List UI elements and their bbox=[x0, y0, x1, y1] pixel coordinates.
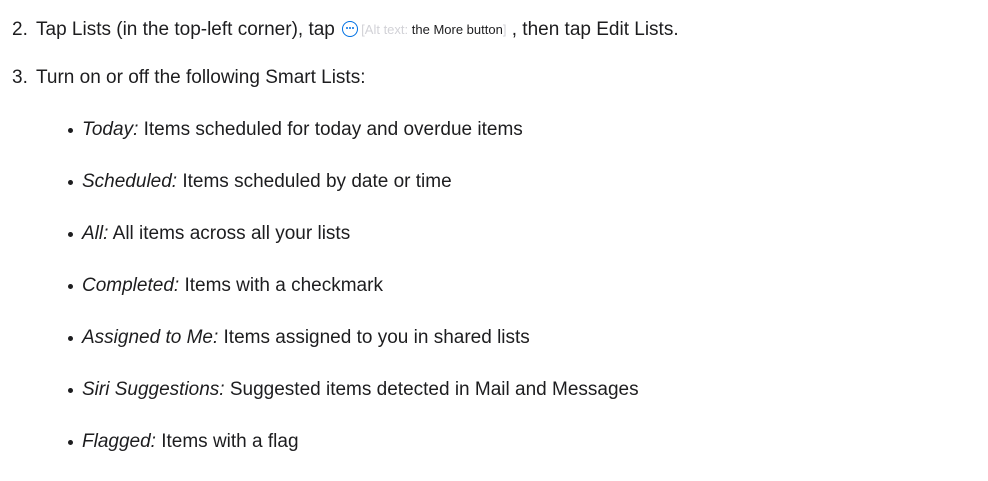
smart-list-description: Items assigned to you in shared lists bbox=[223, 327, 530, 348]
smart-list-term: Scheduled: bbox=[82, 171, 178, 192]
smart-list-description: Items with a flag bbox=[161, 431, 299, 452]
bullet-dot-icon bbox=[68, 336, 73, 341]
smart-list-description: Items scheduled for today and overdue it… bbox=[143, 119, 523, 140]
smart-list-description: Items with a checkmark bbox=[184, 275, 383, 296]
smart-list-term: Completed: bbox=[82, 275, 180, 296]
smart-list-term: Today: bbox=[82, 119, 139, 140]
more-icon bbox=[342, 21, 359, 37]
step-number: 3. bbox=[12, 67, 28, 88]
step-text-before-icon: Tap Lists (in the top-left corner), tap bbox=[36, 19, 335, 40]
bullet-dot-icon bbox=[68, 284, 73, 289]
bullet-dot-icon bbox=[68, 232, 73, 237]
smart-list-term: Siri Suggestions: bbox=[82, 379, 225, 400]
step-text: Tap Lists (in the top-left corner), tap … bbox=[36, 18, 679, 42]
bullet-dot-icon bbox=[68, 180, 73, 185]
smart-list-description: Items scheduled by date or time bbox=[182, 171, 452, 192]
alt-text-value: the More button bbox=[411, 22, 503, 37]
smart-list-term: Flagged: bbox=[82, 431, 156, 452]
step-number: 2. bbox=[12, 19, 28, 40]
smart-list-term: All: bbox=[82, 223, 109, 244]
bullet-dot-icon bbox=[68, 128, 73, 133]
step-text-after-icon: , then tap Edit Lists. bbox=[511, 19, 679, 40]
bullet-dot-icon bbox=[68, 440, 73, 445]
alt-text-annotation: [Alt text: the More button] bbox=[361, 22, 506, 37]
smart-list-description: All items across all your lists bbox=[112, 223, 351, 244]
document-body: 2. Tap Lists (in the top-left corner), t… bbox=[0, 0, 988, 481]
alt-text-close-bracket: ] bbox=[502, 22, 507, 37]
step-text: Turn on or off the following Smart Lists… bbox=[36, 67, 366, 88]
smart-list-description: Suggested items detected in Mail and Mes… bbox=[229, 379, 639, 400]
bullet-dot-icon bbox=[68, 388, 73, 393]
smart-list-term: Assigned to Me: bbox=[82, 327, 219, 348]
alt-text-label: Alt text: bbox=[364, 22, 409, 37]
